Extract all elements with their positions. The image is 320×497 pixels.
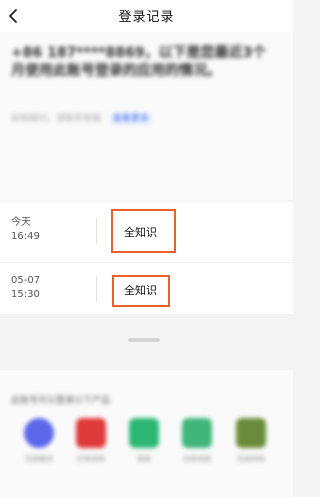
- record-time: 15:30: [11, 289, 40, 300]
- record-date: 05-07: [11, 275, 41, 286]
- login-records-page: 登录记录 +86 187****8869，以下是您最近3个月使用此账号登录的应用…: [0, 0, 293, 497]
- record-time: 16:49: [11, 231, 40, 242]
- product-icon: [76, 418, 106, 448]
- product-name: 好看视频: [77, 455, 105, 463]
- product-item[interactable]: 看看: [122, 418, 166, 464]
- hint-text: 如有疑问，请联系客服: [11, 114, 102, 124]
- product-name: 百度网盘: [237, 455, 265, 463]
- highlight-box: [112, 275, 170, 307]
- page-title: 登录记录: [118, 10, 175, 25]
- products-title: 此账号可以登录以下产品: [11, 396, 111, 406]
- product-icon: [129, 418, 159, 448]
- product-name: 百度翻译: [25, 455, 53, 463]
- product-item[interactable]: 百度网盘: [229, 418, 273, 464]
- more-icon[interactable]: [128, 336, 160, 344]
- product-name: 百度地图: [183, 455, 211, 463]
- header: 登录记录: [0, 0, 293, 32]
- product-item[interactable]: 好看视频: [69, 418, 113, 464]
- product-icon: [182, 418, 212, 448]
- highlight-box: [111, 209, 176, 253]
- intro-text: +86 187****8869，以下是您最近3个月使用此账号登录的应用的情况。: [11, 45, 267, 79]
- product-item[interactable]: 百度地图: [175, 418, 219, 464]
- view-more-link[interactable]: 查看更多: [109, 113, 152, 125]
- divider: [96, 276, 97, 302]
- intro-hint: 如有疑问，请联系客服 查看更多: [11, 111, 291, 125]
- row-separator: [0, 262, 293, 263]
- record-datetime: 今天 16:49: [11, 216, 40, 244]
- product-icon: [236, 418, 266, 448]
- record-date: 今天: [11, 217, 31, 228]
- product-icon: [24, 418, 54, 448]
- record-datetime: 05-07 15:30: [11, 274, 40, 302]
- product-name: 看看: [137, 455, 151, 463]
- divider: [96, 218, 97, 244]
- product-item[interactable]: 百度翻译: [17, 418, 61, 464]
